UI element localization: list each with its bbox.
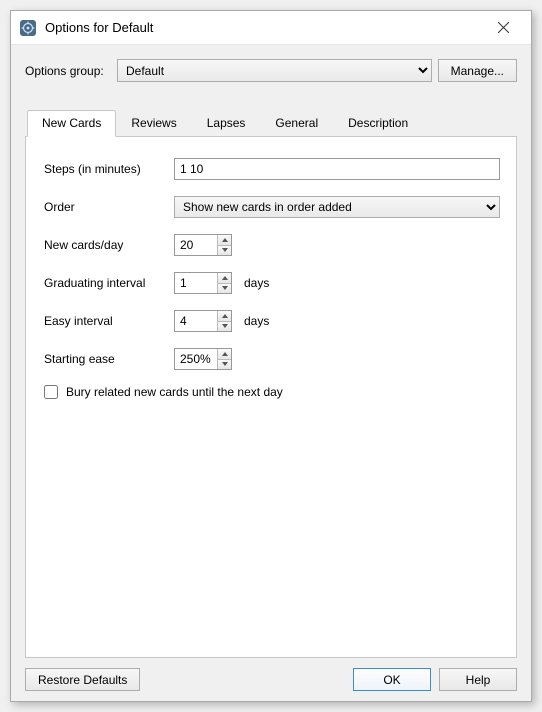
easy-interval-row: Easy interval days <box>44 309 500 333</box>
tab-pane-new-cards: Steps (in minutes) Order Show new cards … <box>25 136 517 658</box>
ok-button[interactable]: OK <box>353 668 431 691</box>
easy-interval-spinner[interactable] <box>174 310 232 332</box>
spinner-up-icon[interactable] <box>217 235 231 246</box>
options-dialog: Options for Default Options group: Defau… <box>10 10 532 702</box>
new-per-day-spinner[interactable] <box>174 234 232 256</box>
manage-button[interactable]: Manage... <box>438 59 517 82</box>
spinner-down-icon[interactable] <box>217 246 231 256</box>
spinner-down-icon[interactable] <box>217 360 231 370</box>
dialog-body: Options group: Default Manage... New Car… <box>11 45 531 701</box>
steps-label: Steps (in minutes) <box>44 162 174 176</box>
tab-strip: New Cards Reviews Lapses General Descrip… <box>25 110 517 137</box>
app-icon <box>19 19 37 37</box>
tab-description[interactable]: Description <box>333 110 423 137</box>
tab-general[interactable]: General <box>260 110 333 137</box>
easy-interval-label: Easy interval <box>44 314 174 328</box>
tabs: New Cards Reviews Lapses General Descrip… <box>25 110 517 658</box>
days-unit: days <box>244 314 269 328</box>
spinner-up-icon[interactable] <box>217 273 231 284</box>
starting-ease-spinner[interactable] <box>174 348 232 370</box>
bury-label: Bury related new cards until the next da… <box>66 385 283 399</box>
spinner-down-icon[interactable] <box>217 284 231 294</box>
new-per-day-label: New cards/day <box>44 238 174 252</box>
graduating-interval-spinner[interactable] <box>174 272 232 294</box>
restore-defaults-button[interactable]: Restore Defaults <box>25 668 140 691</box>
graduating-interval-label: Graduating interval <box>44 276 174 290</box>
tab-lapses[interactable]: Lapses <box>192 110 261 137</box>
spinner-up-icon[interactable] <box>217 311 231 322</box>
starting-ease-row: Starting ease <box>44 347 500 371</box>
help-button[interactable]: Help <box>439 668 517 691</box>
tab-reviews[interactable]: Reviews <box>116 110 191 137</box>
options-group-select[interactable]: Default <box>117 59 432 82</box>
order-label: Order <box>44 200 174 214</box>
titlebar: Options for Default <box>11 11 531 45</box>
steps-input[interactable] <box>174 158 500 180</box>
dialog-footer: Restore Defaults OK Help <box>25 658 517 691</box>
bury-row: Bury related new cards until the next da… <box>44 385 500 399</box>
tab-new-cards[interactable]: New Cards <box>27 110 116 137</box>
spinner-up-icon[interactable] <box>217 349 231 360</box>
window-title: Options for Default <box>45 20 475 35</box>
order-row: Order Show new cards in order added <box>44 195 500 219</box>
options-group-row: Options group: Default Manage... <box>25 59 517 82</box>
days-unit: days <box>244 276 269 290</box>
close-button[interactable] <box>483 11 523 44</box>
starting-ease-label: Starting ease <box>44 352 174 366</box>
options-group-label: Options group: <box>25 64 111 78</box>
spinner-down-icon[interactable] <box>217 322 231 332</box>
steps-row: Steps (in minutes) <box>44 157 500 181</box>
bury-checkbox[interactable] <box>44 385 58 399</box>
order-select[interactable]: Show new cards in order added <box>174 196 500 218</box>
new-per-day-row: New cards/day <box>44 233 500 257</box>
graduating-interval-row: Graduating interval days <box>44 271 500 295</box>
